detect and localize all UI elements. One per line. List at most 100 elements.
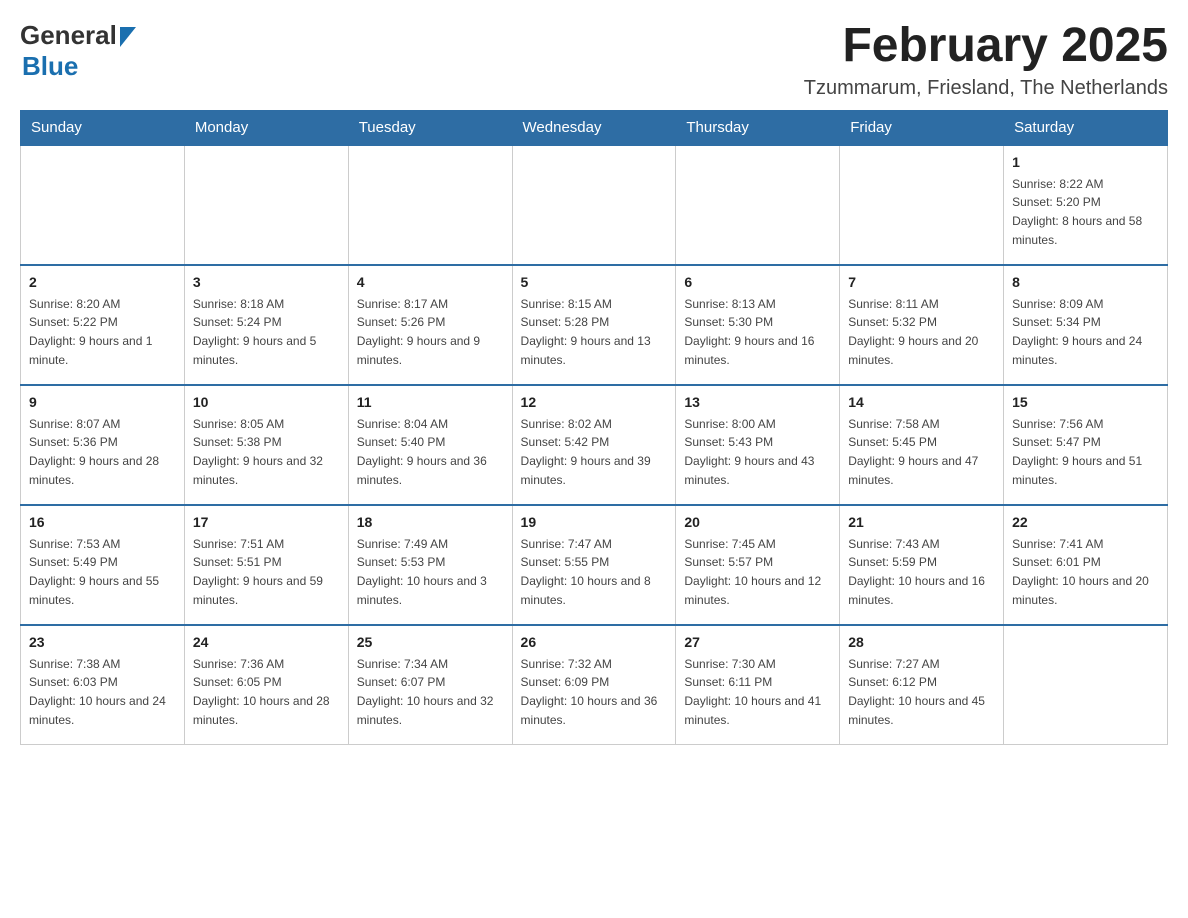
calendar-cell: 5Sunrise: 8:15 AMSunset: 5:28 PMDaylight… bbox=[512, 265, 676, 385]
day-number: 23 bbox=[29, 632, 176, 653]
day-number: 1 bbox=[1012, 152, 1159, 173]
calendar-header-row: Sunday Monday Tuesday Wednesday Thursday… bbox=[21, 110, 1168, 145]
logo-general-text: General bbox=[20, 20, 117, 51]
day-number: 22 bbox=[1012, 512, 1159, 533]
day-number: 10 bbox=[193, 392, 340, 413]
day-info: Sunrise: 8:18 AMSunset: 5:24 PMDaylight:… bbox=[193, 295, 340, 369]
col-wednesday: Wednesday bbox=[512, 110, 676, 145]
calendar-cell: 25Sunrise: 7:34 AMSunset: 6:07 PMDayligh… bbox=[348, 625, 512, 745]
calendar-cell: 4Sunrise: 8:17 AMSunset: 5:26 PMDaylight… bbox=[348, 265, 512, 385]
calendar-cell: 7Sunrise: 8:11 AMSunset: 5:32 PMDaylight… bbox=[840, 265, 1004, 385]
day-info: Sunrise: 7:27 AMSunset: 6:12 PMDaylight:… bbox=[848, 655, 995, 729]
calendar-cell: 15Sunrise: 7:56 AMSunset: 5:47 PMDayligh… bbox=[1004, 385, 1168, 505]
calendar-cell: 17Sunrise: 7:51 AMSunset: 5:51 PMDayligh… bbox=[184, 505, 348, 625]
day-info: Sunrise: 7:58 AMSunset: 5:45 PMDaylight:… bbox=[848, 415, 995, 489]
day-number: 18 bbox=[357, 512, 504, 533]
calendar-cell: 6Sunrise: 8:13 AMSunset: 5:30 PMDaylight… bbox=[676, 265, 840, 385]
logo: General Blue bbox=[20, 20, 136, 82]
day-info: Sunrise: 8:02 AMSunset: 5:42 PMDaylight:… bbox=[521, 415, 668, 489]
day-info: Sunrise: 8:17 AMSunset: 5:26 PMDaylight:… bbox=[357, 295, 504, 369]
calendar-cell: 22Sunrise: 7:41 AMSunset: 6:01 PMDayligh… bbox=[1004, 505, 1168, 625]
calendar-cell: 18Sunrise: 7:49 AMSunset: 5:53 PMDayligh… bbox=[348, 505, 512, 625]
calendar-cell: 9Sunrise: 8:07 AMSunset: 5:36 PMDaylight… bbox=[21, 385, 185, 505]
calendar-cell: 26Sunrise: 7:32 AMSunset: 6:09 PMDayligh… bbox=[512, 625, 676, 745]
day-info: Sunrise: 7:49 AMSunset: 5:53 PMDaylight:… bbox=[357, 535, 504, 609]
calendar-cell: 24Sunrise: 7:36 AMSunset: 6:05 PMDayligh… bbox=[184, 625, 348, 745]
day-number: 9 bbox=[29, 392, 176, 413]
calendar-week-row: 23Sunrise: 7:38 AMSunset: 6:03 PMDayligh… bbox=[21, 625, 1168, 745]
calendar-cell: 27Sunrise: 7:30 AMSunset: 6:11 PMDayligh… bbox=[676, 625, 840, 745]
day-info: Sunrise: 7:47 AMSunset: 5:55 PMDaylight:… bbox=[521, 535, 668, 609]
day-number: 8 bbox=[1012, 272, 1159, 293]
day-number: 26 bbox=[521, 632, 668, 653]
calendar-table: Sunday Monday Tuesday Wednesday Thursday… bbox=[20, 110, 1168, 746]
day-number: 27 bbox=[684, 632, 831, 653]
day-number: 24 bbox=[193, 632, 340, 653]
title-section: February 2025 Tzummarum, Friesland, The … bbox=[804, 20, 1168, 100]
col-friday: Friday bbox=[840, 110, 1004, 145]
day-number: 2 bbox=[29, 272, 176, 293]
day-info: Sunrise: 8:15 AMSunset: 5:28 PMDaylight:… bbox=[521, 295, 668, 369]
day-number: 7 bbox=[848, 272, 995, 293]
day-number: 12 bbox=[521, 392, 668, 413]
day-number: 16 bbox=[29, 512, 176, 533]
day-info: Sunrise: 8:22 AMSunset: 5:20 PMDaylight:… bbox=[1012, 175, 1159, 249]
day-info: Sunrise: 8:04 AMSunset: 5:40 PMDaylight:… bbox=[357, 415, 504, 489]
day-info: Sunrise: 7:51 AMSunset: 5:51 PMDaylight:… bbox=[193, 535, 340, 609]
calendar-week-row: 16Sunrise: 7:53 AMSunset: 5:49 PMDayligh… bbox=[21, 505, 1168, 625]
day-info: Sunrise: 7:43 AMSunset: 5:59 PMDaylight:… bbox=[848, 535, 995, 609]
calendar-cell: 20Sunrise: 7:45 AMSunset: 5:57 PMDayligh… bbox=[676, 505, 840, 625]
day-number: 5 bbox=[521, 272, 668, 293]
day-number: 14 bbox=[848, 392, 995, 413]
calendar-cell: 14Sunrise: 7:58 AMSunset: 5:45 PMDayligh… bbox=[840, 385, 1004, 505]
col-thursday: Thursday bbox=[676, 110, 840, 145]
day-info: Sunrise: 8:07 AMSunset: 5:36 PMDaylight:… bbox=[29, 415, 176, 489]
day-number: 13 bbox=[684, 392, 831, 413]
month-title: February 2025 bbox=[804, 20, 1168, 73]
calendar-cell: 23Sunrise: 7:38 AMSunset: 6:03 PMDayligh… bbox=[21, 625, 185, 745]
calendar-cell bbox=[184, 145, 348, 265]
day-info: Sunrise: 8:13 AMSunset: 5:30 PMDaylight:… bbox=[684, 295, 831, 369]
logo-blue-text: Blue bbox=[22, 51, 78, 82]
calendar-cell: 19Sunrise: 7:47 AMSunset: 5:55 PMDayligh… bbox=[512, 505, 676, 625]
day-info: Sunrise: 7:45 AMSunset: 5:57 PMDaylight:… bbox=[684, 535, 831, 609]
day-info: Sunrise: 7:32 AMSunset: 6:09 PMDaylight:… bbox=[521, 655, 668, 729]
calendar-cell: 13Sunrise: 8:00 AMSunset: 5:43 PMDayligh… bbox=[676, 385, 840, 505]
calendar-cell bbox=[21, 145, 185, 265]
day-number: 6 bbox=[684, 272, 831, 293]
day-number: 11 bbox=[357, 392, 504, 413]
day-info: Sunrise: 7:36 AMSunset: 6:05 PMDaylight:… bbox=[193, 655, 340, 729]
calendar-cell bbox=[676, 145, 840, 265]
calendar-cell: 16Sunrise: 7:53 AMSunset: 5:49 PMDayligh… bbox=[21, 505, 185, 625]
day-info: Sunrise: 7:53 AMSunset: 5:49 PMDaylight:… bbox=[29, 535, 176, 609]
day-info: Sunrise: 8:11 AMSunset: 5:32 PMDaylight:… bbox=[848, 295, 995, 369]
col-sunday: Sunday bbox=[21, 110, 185, 145]
day-info: Sunrise: 8:00 AMSunset: 5:43 PMDaylight:… bbox=[684, 415, 831, 489]
calendar-cell: 12Sunrise: 8:02 AMSunset: 5:42 PMDayligh… bbox=[512, 385, 676, 505]
day-info: Sunrise: 7:41 AMSunset: 6:01 PMDaylight:… bbox=[1012, 535, 1159, 609]
day-info: Sunrise: 8:05 AMSunset: 5:38 PMDaylight:… bbox=[193, 415, 340, 489]
col-tuesday: Tuesday bbox=[348, 110, 512, 145]
day-info: Sunrise: 8:09 AMSunset: 5:34 PMDaylight:… bbox=[1012, 295, 1159, 369]
day-info: Sunrise: 7:38 AMSunset: 6:03 PMDaylight:… bbox=[29, 655, 176, 729]
calendar-cell: 3Sunrise: 8:18 AMSunset: 5:24 PMDaylight… bbox=[184, 265, 348, 385]
col-saturday: Saturday bbox=[1004, 110, 1168, 145]
calendar-cell bbox=[348, 145, 512, 265]
calendar-cell bbox=[1004, 625, 1168, 745]
day-number: 15 bbox=[1012, 392, 1159, 413]
calendar-cell: 8Sunrise: 8:09 AMSunset: 5:34 PMDaylight… bbox=[1004, 265, 1168, 385]
page-header: General Blue February 2025 Tzummarum, Fr… bbox=[20, 20, 1168, 100]
calendar-cell: 10Sunrise: 8:05 AMSunset: 5:38 PMDayligh… bbox=[184, 385, 348, 505]
day-number: 19 bbox=[521, 512, 668, 533]
day-number: 4 bbox=[357, 272, 504, 293]
day-number: 20 bbox=[684, 512, 831, 533]
day-info: Sunrise: 7:34 AMSunset: 6:07 PMDaylight:… bbox=[357, 655, 504, 729]
calendar-cell: 1Sunrise: 8:22 AMSunset: 5:20 PMDaylight… bbox=[1004, 145, 1168, 265]
calendar-cell: 11Sunrise: 8:04 AMSunset: 5:40 PMDayligh… bbox=[348, 385, 512, 505]
calendar-cell bbox=[512, 145, 676, 265]
day-number: 25 bbox=[357, 632, 504, 653]
day-info: Sunrise: 8:20 AMSunset: 5:22 PMDaylight:… bbox=[29, 295, 176, 369]
calendar-cell: 28Sunrise: 7:27 AMSunset: 6:12 PMDayligh… bbox=[840, 625, 1004, 745]
day-number: 3 bbox=[193, 272, 340, 293]
calendar-cell: 2Sunrise: 8:20 AMSunset: 5:22 PMDaylight… bbox=[21, 265, 185, 385]
